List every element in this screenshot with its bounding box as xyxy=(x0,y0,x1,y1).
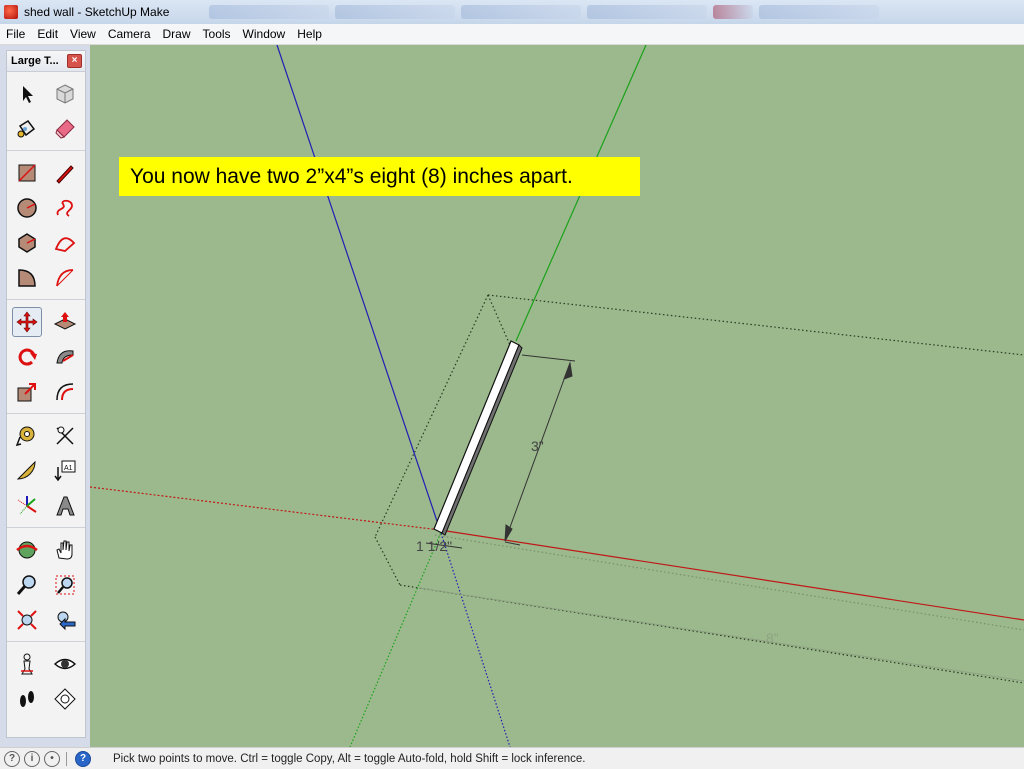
tool-group-walkthrough xyxy=(7,642,85,720)
status-bar: ? i • ? Pick two points to move. Ctrl = … xyxy=(0,747,1024,769)
dimension-label-long: 8" xyxy=(766,630,779,646)
tool-group-construction: A1 xyxy=(7,414,85,528)
previous-view-icon[interactable] xyxy=(50,605,80,635)
red-axis-dotted xyxy=(90,486,441,531)
tool-group-camera xyxy=(7,528,85,642)
follow-me-icon[interactable] xyxy=(50,342,80,372)
tool-panel-title: Large T... xyxy=(11,55,59,67)
zoom-window-icon[interactable] xyxy=(50,570,80,600)
dimension-label-vertical: 3" xyxy=(531,438,544,454)
two-point-arc-icon[interactable] xyxy=(50,263,80,293)
help-icon[interactable]: ? xyxy=(75,750,91,767)
dimension-long xyxy=(419,587,1024,682)
select-icon[interactable] xyxy=(12,79,42,109)
tool-group-principal xyxy=(7,72,85,151)
menu-window[interactable]: Window xyxy=(237,27,292,41)
blue-axis-dotted xyxy=(439,529,511,747)
offset-icon[interactable] xyxy=(50,377,80,407)
dimension-label-short: 1 1/2" xyxy=(416,538,453,554)
svg-text:A1: A1 xyxy=(64,465,73,472)
walk-icon[interactable] xyxy=(12,684,42,714)
close-icon[interactable]: × xyxy=(67,54,82,68)
pan-icon[interactable] xyxy=(50,535,80,565)
scene-canvas xyxy=(90,45,1024,747)
pie-icon[interactable] xyxy=(12,263,42,293)
zoom-extents-icon[interactable] xyxy=(12,605,42,635)
window-title: shed wall - SketchUp Make xyxy=(24,5,170,19)
zoom-icon[interactable] xyxy=(12,570,42,600)
menu-view[interactable]: View xyxy=(64,27,102,41)
freehand-icon[interactable] xyxy=(50,193,80,223)
tool-group-edit xyxy=(7,300,85,414)
section-plane-icon[interactable] xyxy=(50,684,80,714)
background-tabs xyxy=(209,5,880,19)
line-icon[interactable] xyxy=(50,158,80,188)
menu-help[interactable]: Help xyxy=(291,27,328,41)
rectangle-icon[interactable] xyxy=(12,158,42,188)
user-icon[interactable]: • xyxy=(44,750,60,767)
eraser-icon[interactable] xyxy=(50,114,80,144)
rotate-icon[interactable] xyxy=(12,342,42,372)
drawing-viewport[interactable]: You now have two 2”x4”s eight (8) inches… xyxy=(90,45,1024,747)
menu-tools[interactable]: Tools xyxy=(197,27,237,41)
menu-file[interactable]: File xyxy=(0,27,31,41)
dimension-icon[interactable] xyxy=(50,421,80,451)
protractor-icon[interactable] xyxy=(12,456,42,486)
title-bar: shed wall - SketchUp Make xyxy=(0,0,1024,25)
status-divider xyxy=(66,751,67,766)
scale-icon[interactable] xyxy=(12,377,42,407)
large-tool-set-panel: Large T... × A1 xyxy=(6,50,86,738)
blue-axis xyxy=(276,45,441,531)
menu-draw[interactable]: Draw xyxy=(157,27,197,41)
move-icon[interactable] xyxy=(12,306,42,337)
menu-camera[interactable]: Camera xyxy=(102,27,157,41)
circle-icon[interactable] xyxy=(12,193,42,223)
board-2x4[interactable] xyxy=(433,340,523,536)
green-axis-dotted xyxy=(349,529,443,747)
make-component-icon[interactable] xyxy=(50,79,80,109)
axes-icon[interactable] xyxy=(12,491,42,521)
sketchup-app-icon xyxy=(4,5,18,19)
instruction-callout: You now have two 2”x4”s eight (8) inches… xyxy=(119,157,640,196)
look-around-icon[interactable] xyxy=(50,649,80,679)
tool-group-drawing xyxy=(7,151,85,300)
arc-icon[interactable] xyxy=(50,228,80,258)
menu-edit[interactable]: Edit xyxy=(31,27,64,41)
tool-panel-header: Large T... × xyxy=(7,51,85,72)
credits-icon[interactable]: i xyxy=(24,750,40,767)
paint-bucket-icon[interactable] xyxy=(12,114,42,144)
orbit-icon[interactable] xyxy=(12,535,42,565)
3d-text-icon[interactable] xyxy=(50,491,80,521)
push-pull-icon[interactable] xyxy=(50,307,80,337)
menu-bar: File Edit View Camera Draw Tools Window … xyxy=(0,24,1024,45)
polygon-icon[interactable] xyxy=(12,228,42,258)
status-message: Pick two points to move. Ctrl = toggle C… xyxy=(113,752,586,765)
tape-measure-icon[interactable] xyxy=(12,421,42,451)
text-icon[interactable]: A1 xyxy=(50,456,80,486)
geo-location-icon[interactable]: ? xyxy=(4,750,20,767)
dotted-box-outline xyxy=(374,294,1024,684)
red-axis xyxy=(439,529,1024,621)
position-camera-icon[interactable] xyxy=(12,649,42,679)
